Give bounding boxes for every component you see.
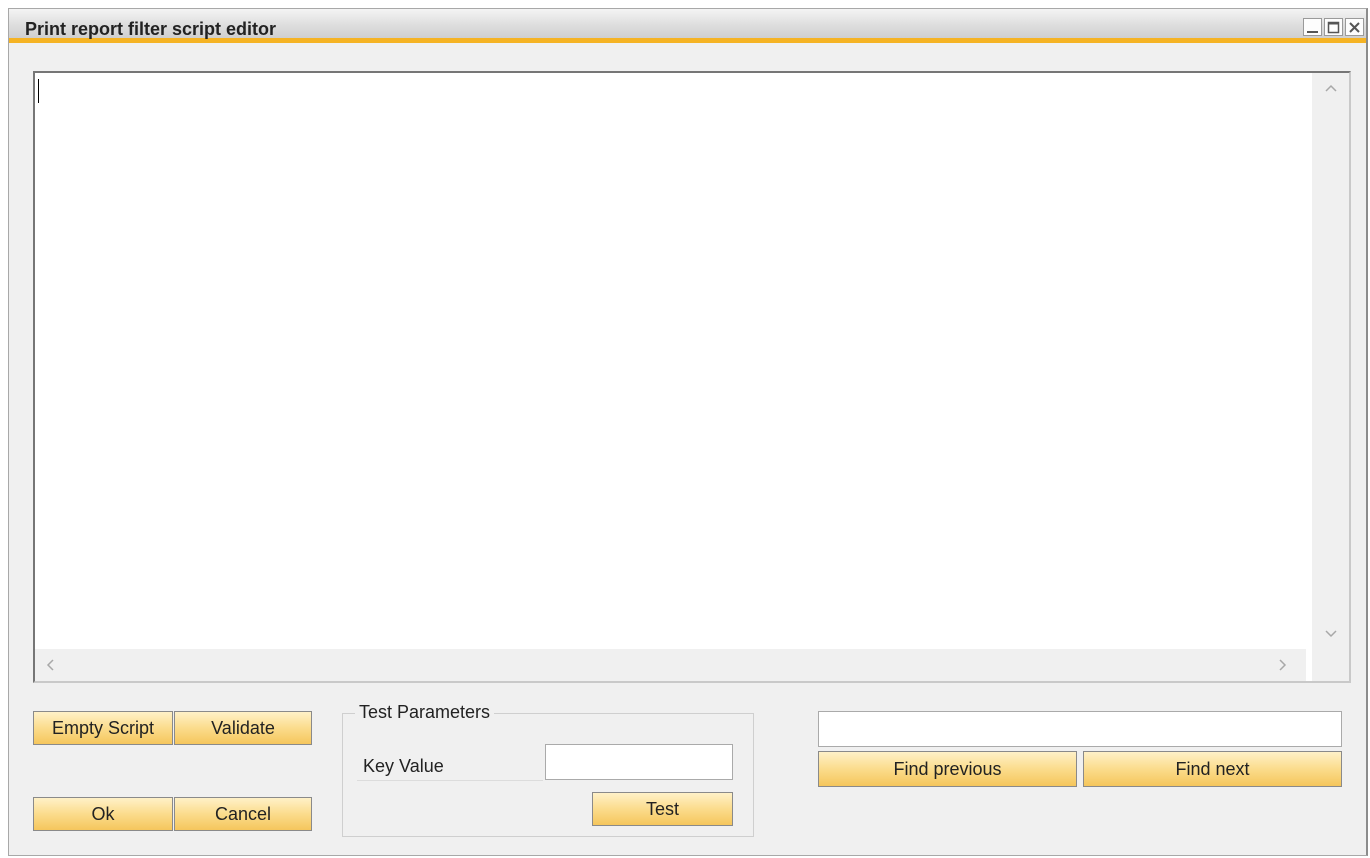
ok-button[interactable]: Ok [33,797,173,831]
scrollbar-corner [1312,649,1349,681]
text-caret [38,79,39,103]
chevron-down-icon[interactable] [1323,625,1339,641]
title-bar[interactable]: Print report filter script editor [9,9,1366,43]
find-next-button[interactable]: Find next [1083,751,1342,787]
find-previous-button[interactable]: Find previous [818,751,1077,787]
validate-button[interactable]: Validate [174,711,312,745]
empty-script-button[interactable]: Empty Script [33,711,173,745]
minimize-button[interactable] [1303,18,1322,36]
key-value-divider [357,780,543,781]
cancel-button[interactable]: Cancel [174,797,312,831]
test-button[interactable]: Test [592,792,733,826]
window-title: Print report filter script editor [25,19,277,39]
find-input[interactable] [818,711,1342,747]
script-textarea[interactable] [35,73,1306,649]
key-value-label: Key Value [363,756,444,776]
chevron-left-icon[interactable] [43,657,59,673]
horizontal-scrollbar[interactable] [35,649,1306,681]
test-parameters-title: Test Parameters [355,702,495,723]
key-value-input[interactable] [545,744,733,780]
close-icon [1349,21,1360,33]
vertical-scrollbar[interactable] [1312,73,1349,649]
chevron-right-icon[interactable] [1274,657,1290,673]
script-editor-window: Print report filter script editor Empty … [8,8,1368,856]
chevron-up-icon[interactable] [1323,81,1339,97]
minimize-icon [1307,30,1318,33]
close-button[interactable] [1345,18,1364,36]
test-parameters-group: Test Parameters Key Value Test [342,702,754,837]
maximize-icon [1327,21,1340,33]
window-controls [1303,18,1364,36]
maximize-button[interactable] [1324,18,1343,36]
script-editor [33,71,1351,683]
